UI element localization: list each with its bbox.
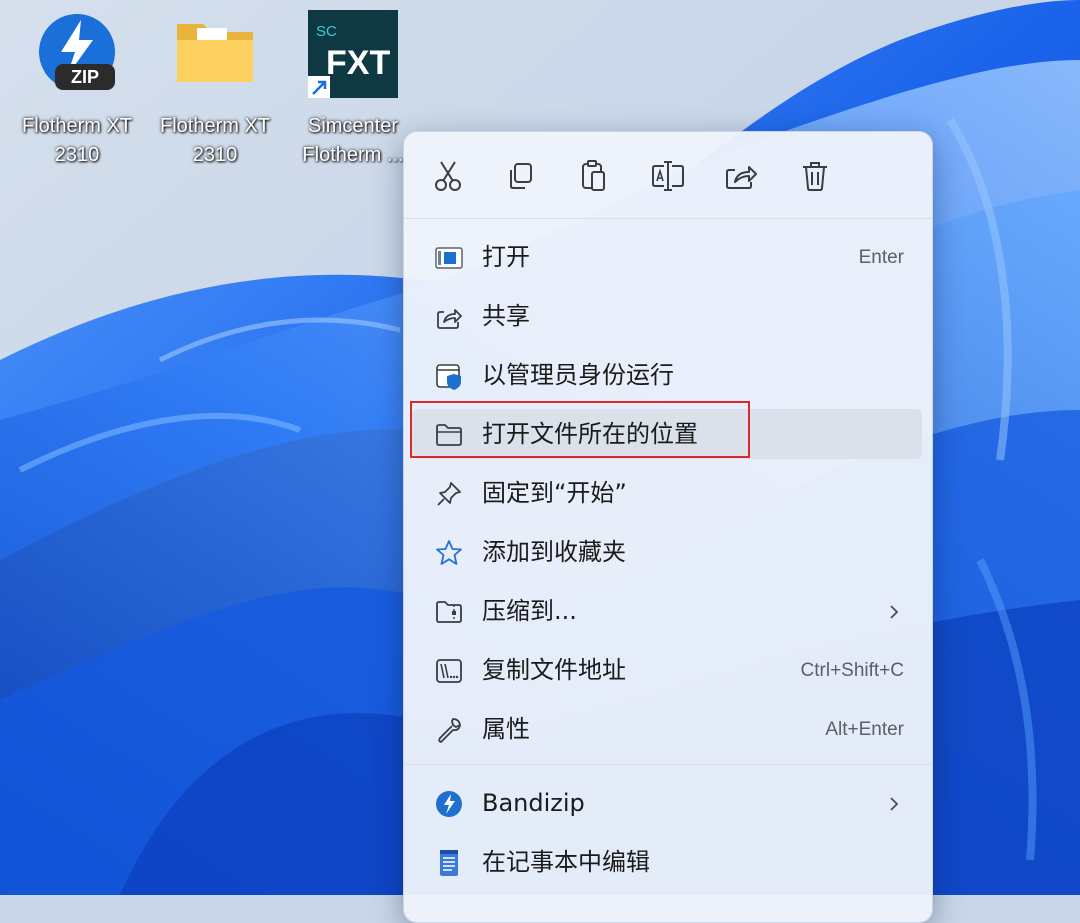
rename-icon <box>652 161 684 191</box>
simcenter-fxt-shortcut-icon: SC FXT <box>308 10 398 98</box>
desktop-icon-label: Flotherm XT 2310 <box>159 115 271 166</box>
share-icon <box>726 166 757 189</box>
context-menu: 打开 Enter 共享 以管理员身份运行 打开文件所在的位置 固定到“开始” 添… <box>403 131 933 923</box>
menu-item-share[interactable]: 共享 <box>412 291 922 341</box>
menu-item-add-to-favorites[interactable]: 添加到收藏夹 <box>412 527 922 577</box>
notepad-icon <box>434 848 464 878</box>
cut-button[interactable] <box>428 156 468 196</box>
menu-divider <box>404 764 932 765</box>
svg-text:ZIP: ZIP <box>71 67 99 87</box>
rename-button[interactable] <box>648 156 688 196</box>
menu-item-label: 在记事本中编辑 <box>482 848 650 876</box>
shield-window-icon <box>434 361 464 391</box>
menu-item-label: 属性 <box>482 715 530 743</box>
desktop-icon-label: Simcenter Flotherm ... <box>302 115 404 166</box>
menu-item-label: 打开 <box>482 243 530 271</box>
menu-item-label: 固定到“开始” <box>482 479 627 507</box>
delete-button[interactable] <box>795 156 835 196</box>
menu-item-edit-in-notepad[interactable]: 在记事本中编辑 <box>412 837 922 887</box>
copy-path-icon <box>434 656 464 686</box>
menu-item-compress-to[interactable]: 压缩到... <box>412 586 922 636</box>
desktop-icon-label: Flotherm XT 2310 <box>21 115 133 166</box>
copy-icon <box>510 163 532 189</box>
bandizip-icon <box>434 789 464 819</box>
menu-item-label: Bandizip <box>482 789 585 817</box>
annotation-highlight-box <box>410 401 750 458</box>
svg-text:SC: SC <box>316 23 337 40</box>
menu-item-bandizip[interactable]: Bandizip <box>412 778 922 828</box>
folder-icon <box>175 10 255 90</box>
scissors-icon <box>435 161 461 191</box>
menu-item-label: 以管理员身份运行 <box>482 361 674 389</box>
menu-item-label: 复制文件地址 <box>482 656 626 684</box>
share-button[interactable] <box>721 156 761 196</box>
menu-divider <box>404 218 932 219</box>
menu-item-copy-path[interactable]: 复制文件地址 Ctrl+Shift+C <box>412 645 922 695</box>
menu-item-properties[interactable]: 属性 Alt+Enter <box>412 704 922 754</box>
menu-item-shortcut: Alt+Enter <box>825 719 904 740</box>
trash-icon <box>803 162 827 191</box>
share-icon <box>434 302 464 332</box>
menu-item-label: 共享 <box>482 302 530 330</box>
wrench-icon <box>434 715 464 745</box>
svg-text:FXT: FXT <box>326 44 390 82</box>
chevron-right-icon <box>890 797 899 811</box>
star-icon <box>434 538 464 568</box>
copy-button[interactable] <box>501 156 541 196</box>
paste-button[interactable] <box>574 156 614 196</box>
menu-item-shortcut: Ctrl+Shift+C <box>800 660 904 681</box>
pin-icon <box>434 479 464 509</box>
bandizip-zip-icon: ZIP <box>37 10 117 90</box>
menu-item-label: 压缩到... <box>482 597 577 625</box>
app-window-icon <box>434 243 464 273</box>
menu-item-shortcut: Enter <box>858 247 904 268</box>
clipboard-icon <box>582 160 605 191</box>
menu-item-pin-to-start[interactable]: 固定到“开始” <box>412 468 922 518</box>
menu-item-label: 添加到收藏夹 <box>482 538 626 566</box>
menu-item-run-as-admin[interactable]: 以管理员身份运行 <box>412 350 922 400</box>
zip-folder-icon <box>434 597 464 627</box>
chevron-right-icon <box>890 605 899 619</box>
menu-item-open[interactable]: 打开 Enter <box>412 232 922 282</box>
